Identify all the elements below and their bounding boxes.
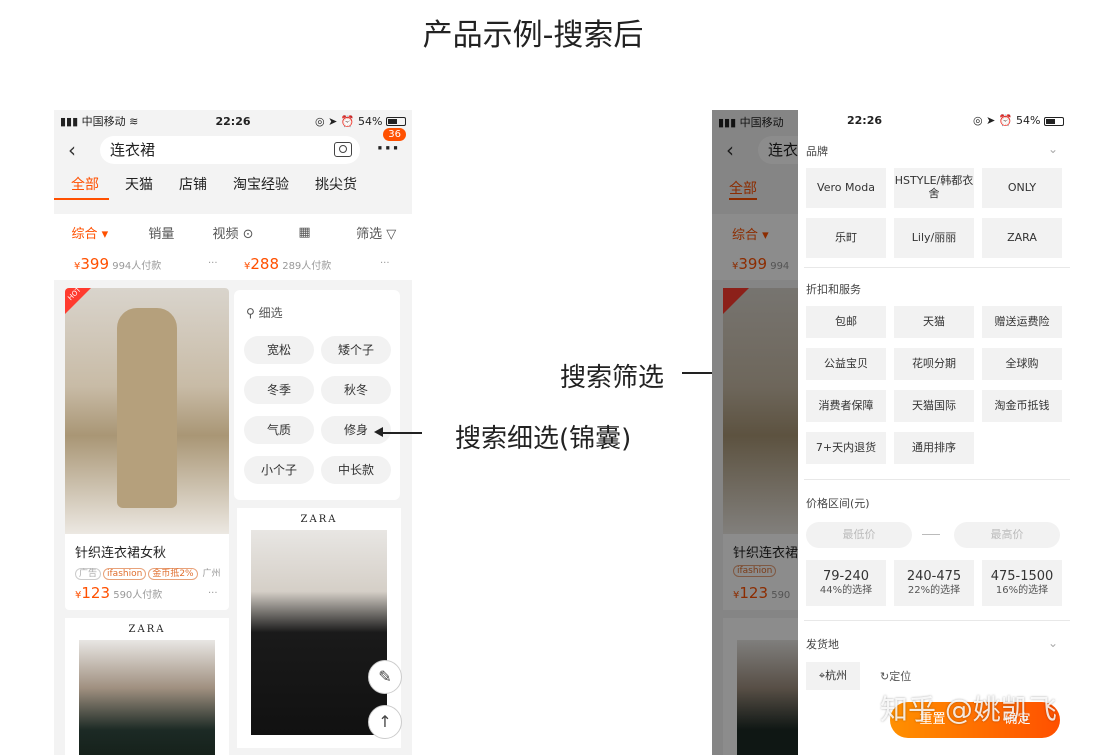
status-bar: ▮▮▮ 中国移动 ≋ 22:26 ◎ ➤ ⏰ 54% xyxy=(54,110,412,132)
brand-lily[interactable]: Lily/丽丽 xyxy=(894,218,974,258)
brand-leting[interactable]: 乐町 xyxy=(806,218,886,258)
sort-bar: 综合 ▾ 销量 视频 ⊙ ▦ 筛选 ▽ xyxy=(54,214,412,250)
chip-autumn-winter[interactable]: 秋冬 xyxy=(321,376,391,404)
back-to-top-icon[interactable]: ↑ xyxy=(368,705,402,739)
chip-midi[interactable]: 中长款 xyxy=(321,456,391,484)
locate-button[interactable]: ↻定位 xyxy=(880,668,911,684)
carrier: ▮▮▮ 中国移动 ≋ xyxy=(60,115,139,128)
product-name: 针织连衣裙女秋 xyxy=(75,546,167,561)
service-free-shipping[interactable]: 包邮 xyxy=(806,306,886,338)
dots-2[interactable]: ··· xyxy=(380,258,390,269)
overlay-mask[interactable] xyxy=(712,110,798,755)
brand-vero-moda[interactable]: Vero Moda xyxy=(806,168,886,208)
service-tmall-global[interactable]: 天猫国际 xyxy=(894,390,974,422)
phone-screenshot-filter: ▮▮▮ 中国移动 ‹ 连衣 全部 综合 ▾ ¥399 994 针织连衣裙 ifa… xyxy=(712,110,1070,755)
chip-winter[interactable]: 冬季 xyxy=(244,376,314,404)
chevron-down-icon[interactable]: ⌄ xyxy=(1048,142,1058,156)
chip-elegant[interactable]: 气质 xyxy=(244,416,314,444)
tab-shop[interactable]: 店铺 xyxy=(169,174,217,204)
filter-panel: 22:26 ◎ ➤ ⏰ 54% 品牌 ⌄ Vero Moda HSTYLE/韩都… xyxy=(798,110,1070,755)
chip-petite[interactable]: 小个子 xyxy=(244,456,314,484)
product-dots[interactable]: ··· xyxy=(208,588,218,599)
tab-all[interactable]: 全部 xyxy=(54,174,109,200)
search-input[interactable]: 连衣裙 xyxy=(100,136,360,164)
refine-annotation: 搜索细选(锦囊) xyxy=(455,424,632,454)
price-1: ¥399 994人付款 xyxy=(74,255,162,273)
ship-from-title: 发货地 xyxy=(806,638,839,651)
price-range-2[interactable]: 240-475 22%的选择 xyxy=(894,560,974,606)
service-freight-insurance[interactable]: 赠送运费险 xyxy=(982,306,1062,338)
watermark: 知乎 @姚凯飞 xyxy=(880,693,1057,726)
service-title: 折扣和服务 xyxy=(806,283,861,296)
brand-hstyle[interactable]: HSTYLE/韩都衣舍 xyxy=(894,168,974,208)
chip-loose[interactable]: 宽松 xyxy=(244,336,314,364)
tab-experience[interactable]: 淘宝经验 xyxy=(223,174,299,204)
price-range-1[interactable]: 79-240 44%的选择 xyxy=(806,560,886,606)
zara-logo: ZARA xyxy=(128,624,166,635)
battery-icon xyxy=(385,117,406,126)
battery-status: ◎ ➤ ⏰ 54% xyxy=(291,115,406,128)
clock: 22:26 xyxy=(215,114,251,128)
brand-zara[interactable]: ZARA xyxy=(982,218,1062,258)
product-card-zara-2[interactable]: ZARA xyxy=(65,618,229,755)
search-row: ‹ 连衣裙 ··· 36 xyxy=(54,128,412,166)
product-tags: 广告 ifashion 金币抵2% 广州 xyxy=(75,566,220,580)
service-7day-return[interactable]: 7+天内退货 xyxy=(806,432,886,464)
service-taojinbi[interactable]: 淘金币抵钱 xyxy=(982,390,1062,422)
service-global[interactable]: 全球购 xyxy=(982,348,1062,380)
brand-only[interactable]: ONLY xyxy=(982,168,1062,208)
product-card[interactable]: HOT 针织连衣裙女秋 广告 ifashion 金币抵2% 广州 ¥123 590人… xyxy=(65,288,229,610)
price-range-title: 价格区间(元) xyxy=(806,497,870,510)
arrow-line xyxy=(382,432,422,434)
status-bar: 22:26 ◎ ➤ ⏰ 54% xyxy=(798,114,1070,127)
phone-screenshot-refine: ▮▮▮ 中国移动 ≋ 22:26 ◎ ➤ ⏰ 54% ‹ 连衣裙 ··· 36 … xyxy=(54,110,412,755)
dots-1[interactable]: ··· xyxy=(208,258,218,269)
edit-icon[interactable]: ✎ xyxy=(368,660,402,694)
tab-premium[interactable]: 挑尖货 xyxy=(305,174,367,204)
service-tmall[interactable]: 天猫 xyxy=(894,306,974,338)
chip-short[interactable]: 矮个子 xyxy=(321,336,391,364)
back-icon[interactable]: ‹ xyxy=(68,138,76,162)
page-title: 产品示例-搜索后 xyxy=(422,18,644,53)
product-price: ¥123 590人付款 xyxy=(75,584,163,602)
zara-logo: ZARA xyxy=(300,514,338,525)
product-image xyxy=(65,288,229,534)
service-consumer-protection[interactable]: 消费者保障 xyxy=(806,390,886,422)
sort-sales[interactable]: 销量 xyxy=(126,223,198,242)
service-general-sort[interactable]: 通用排序 xyxy=(894,432,974,464)
filter-button[interactable]: 筛选 ▽ xyxy=(340,223,412,242)
filter-annotation: 搜索筛选 xyxy=(560,363,665,393)
max-price-input[interactable]: 最高价 xyxy=(954,522,1060,548)
sort-video[interactable]: 视频 ⊙ xyxy=(197,223,269,242)
battery-icon xyxy=(1044,116,1064,126)
price-range-3[interactable]: 475-1500 16%的选择 xyxy=(982,560,1062,606)
min-price-input[interactable]: 最低价 xyxy=(806,522,912,548)
product-image xyxy=(79,640,215,755)
service-charity[interactable]: 公益宝贝 xyxy=(806,348,886,380)
sort-default[interactable]: 综合 ▾ xyxy=(54,223,126,242)
battery-status: ◎ ➤ ⏰ 54% xyxy=(931,114,1070,127)
ship-city-hangzhou[interactable]: ⌖ 杭州 xyxy=(806,662,860,690)
notification-badge: 36 xyxy=(383,128,406,141)
service-huabei[interactable]: 花呗分期 xyxy=(894,348,974,380)
price-row: ¥399 994人付款 ··· ¥288 289人付款 ··· xyxy=(54,250,412,280)
grid-view-icon[interactable]: ▦ xyxy=(269,225,341,240)
price-2: ¥288 289人付款 xyxy=(244,255,332,273)
product-image xyxy=(251,530,387,735)
tab-bar: 全部 天猫 店铺 淘宝经验 挑尖货 xyxy=(54,174,412,204)
refine-panel: ⚲ 细选 宽松 矮个子 冬季 秋冬 气质 修身 小个子 中长款 xyxy=(234,290,400,500)
more-icon[interactable]: ··· xyxy=(376,138,400,159)
tab-tmall[interactable]: 天猫 xyxy=(115,174,163,204)
refine-title: ⚲ 细选 xyxy=(246,306,283,320)
chevron-down-icon[interactable]: ⌄ xyxy=(1048,636,1058,650)
clock: 22:26 xyxy=(846,114,882,127)
camera-icon[interactable] xyxy=(334,142,352,157)
price-dash xyxy=(922,534,940,535)
brand-title: 品牌 xyxy=(806,145,828,158)
